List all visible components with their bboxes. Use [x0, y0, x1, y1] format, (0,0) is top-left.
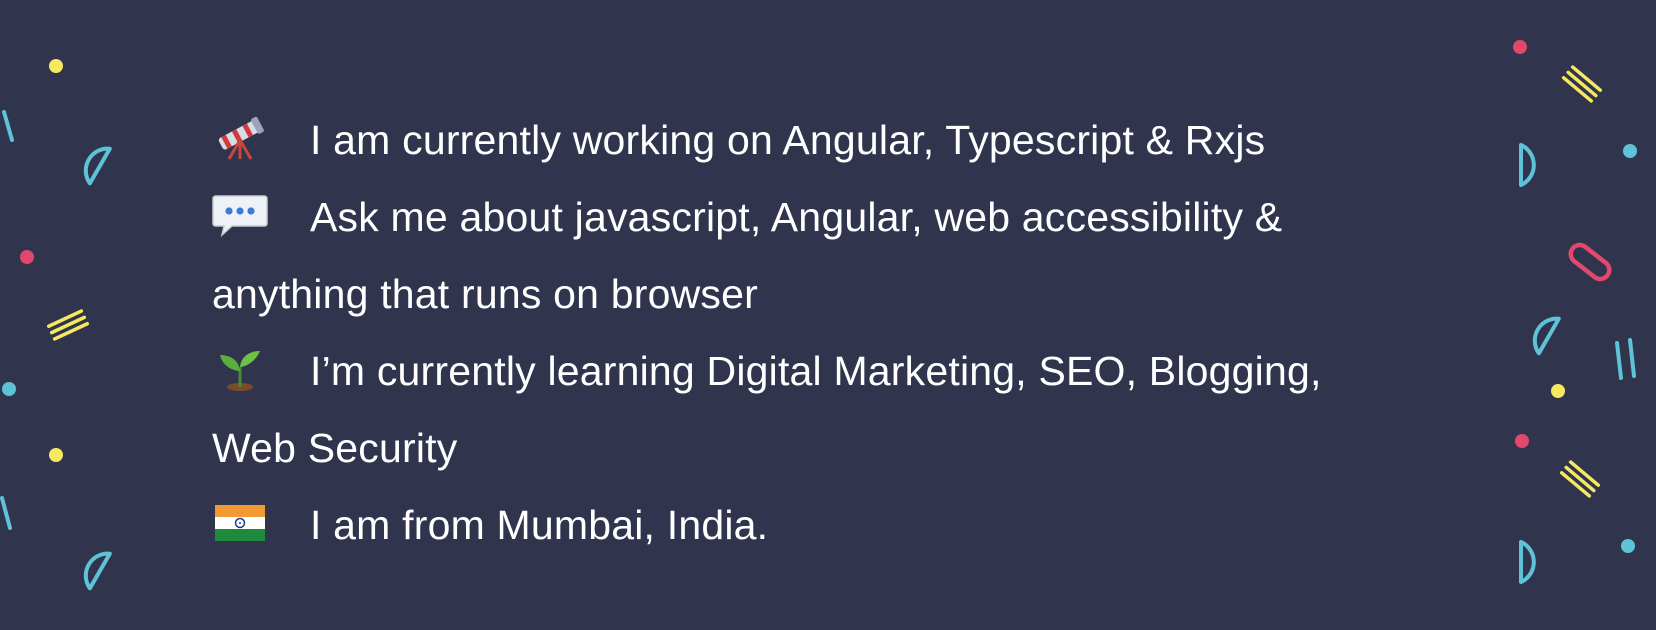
intro-item-text: I’m currently learning Digital Marketing… [310, 348, 1322, 394]
speech-bubble-icon [212, 193, 268, 237]
confetti-half-circle [1532, 316, 1561, 356]
intro-item-text: I am currently working on Angular, Types… [310, 117, 1266, 163]
confetti-dot [49, 448, 63, 462]
intro-item-location: I am from Mumbai, India. [212, 487, 1472, 564]
confetti-half-circle [83, 551, 112, 591]
intro-item-text: I am from Mumbai, India. [310, 502, 769, 548]
intro-item-ask-me-continuation: anything that runs on browser [212, 271, 758, 317]
intro-item-learning-continuation: Web Security [212, 425, 458, 471]
confetti-dot [1515, 434, 1529, 448]
confetti-dot [49, 59, 63, 73]
confetti-dot [20, 250, 34, 264]
telescope-icon [212, 116, 268, 160]
confetti-dot [1621, 539, 1635, 553]
confetti-dot [2, 382, 16, 396]
confetti-dot [1551, 384, 1565, 398]
confetti-dot [1623, 144, 1637, 158]
confetti-stripes [1561, 65, 1603, 103]
intro-item-learning: I’m currently learning Digital Marketing… [212, 333, 1472, 410]
confetti-half-circle [83, 146, 112, 186]
seedling-icon [212, 347, 268, 391]
confetti-dash [1628, 338, 1636, 378]
confetti-dash [1615, 341, 1623, 380]
confetti-dash [2, 110, 14, 142]
intro-item-ask-me: Ask me about javascript, Angular, web ac… [212, 179, 1472, 256]
confetti-half-circle [1519, 540, 1536, 584]
intro-banner: I am currently working on Angular, Types… [0, 0, 1656, 630]
confetti-dot [1513, 40, 1527, 54]
confetti-dash [0, 496, 12, 530]
india-flag-icon [212, 501, 268, 545]
confetti-half-circle [1519, 143, 1536, 187]
confetti-stripes [46, 309, 90, 341]
intro-item-text: Ask me about javascript, Angular, web ac… [310, 194, 1283, 240]
confetti-capsule [1568, 242, 1612, 282]
confetti-stripes [1559, 460, 1601, 498]
intro-item-working: I am currently working on Angular, Types… [212, 102, 1472, 179]
intro-list: I am currently working on Angular, Types… [212, 102, 1472, 564]
